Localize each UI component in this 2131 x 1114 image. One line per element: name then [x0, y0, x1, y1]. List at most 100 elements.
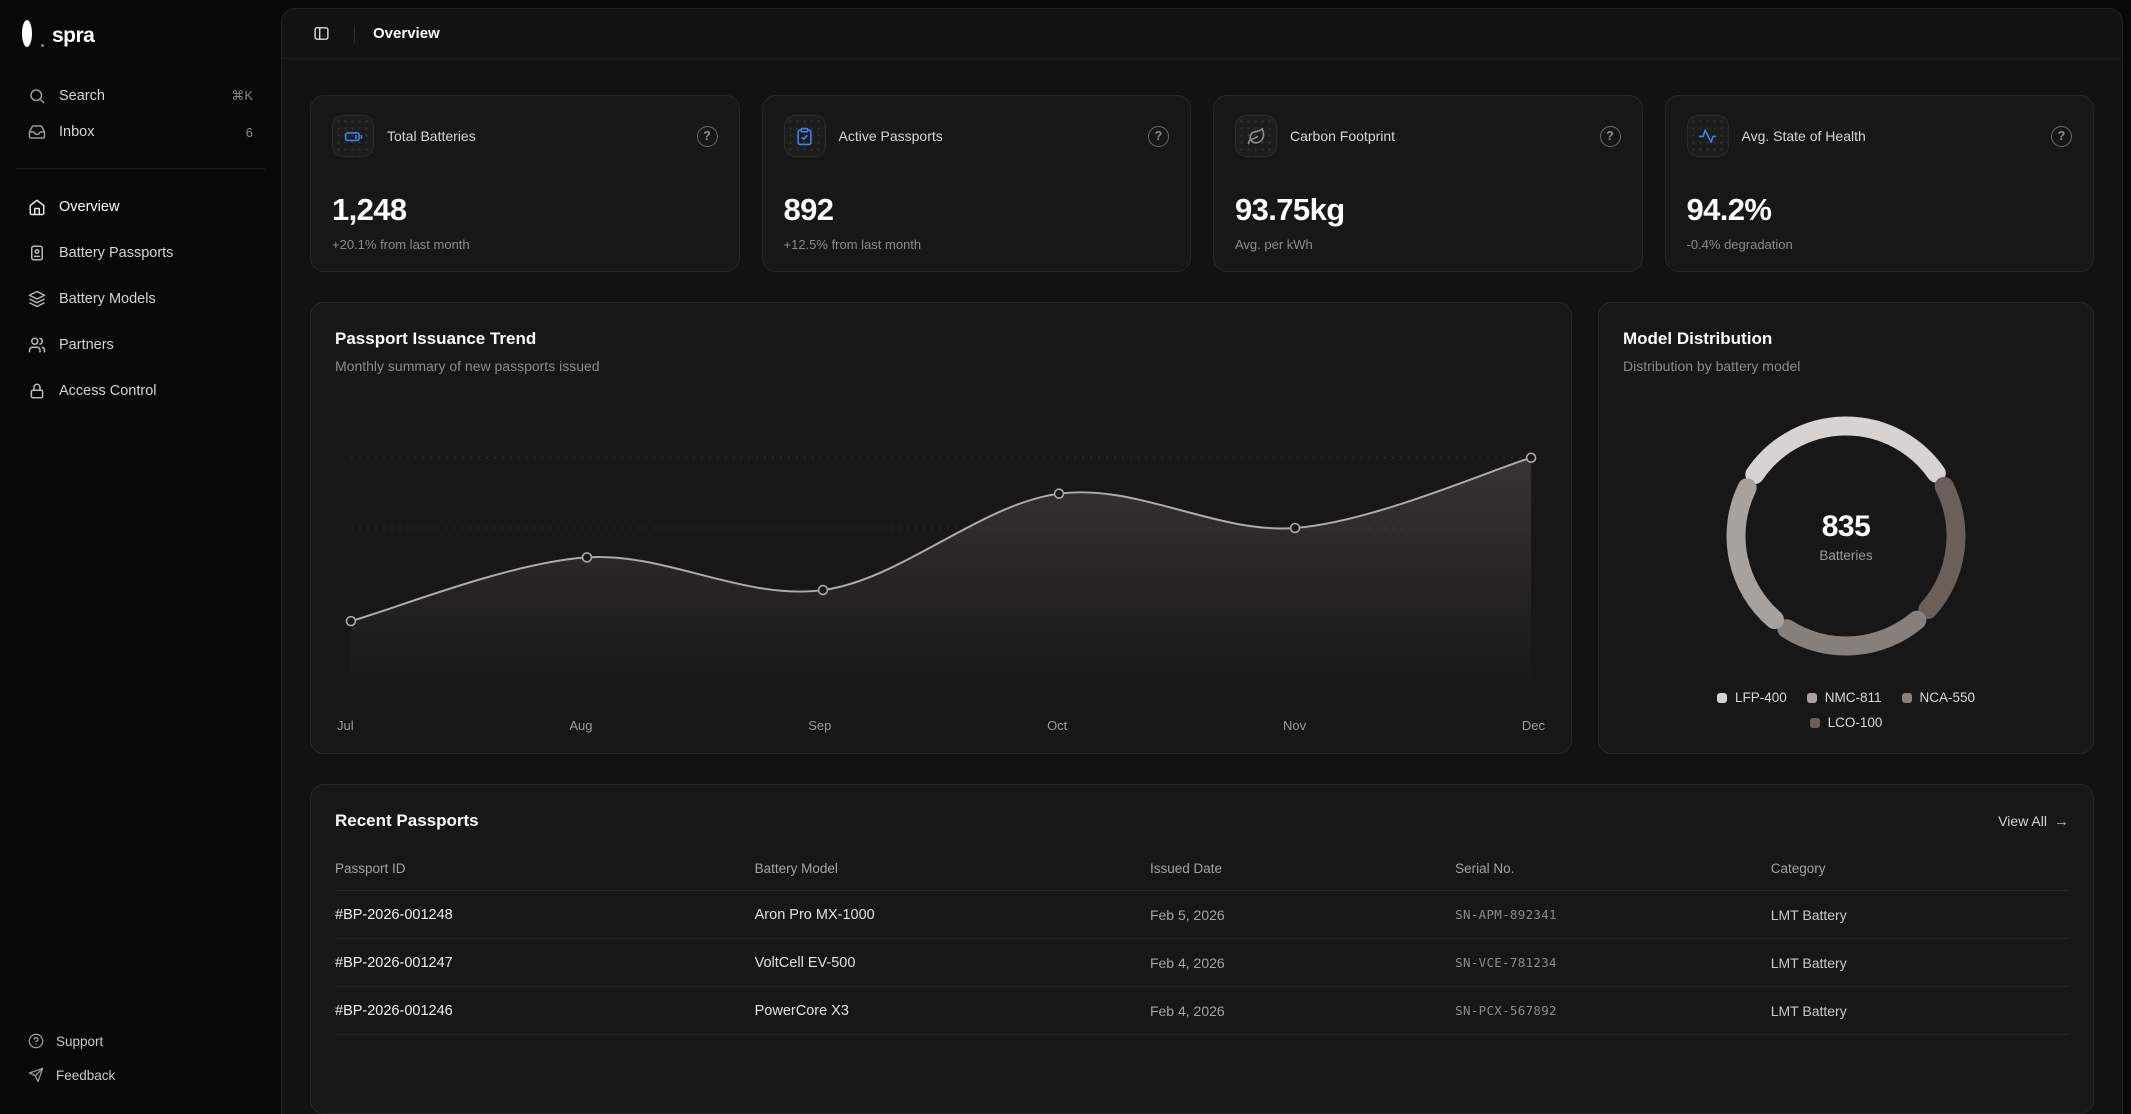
charts-row: Passport Issuance Trend Monthly summary …: [310, 302, 2094, 754]
chart-point: [1291, 523, 1300, 532]
chart-point: [819, 586, 828, 595]
sidebar-item-battery-passports[interactable]: Battery Passports: [20, 233, 261, 273]
model-distribution-donut-chart: 835 Batteries: [1714, 404, 1978, 668]
sidebar-item-feedback[interactable]: Feedback: [20, 1058, 261, 1092]
x-tick: Aug: [569, 718, 592, 733]
inbox-label: Inbox: [59, 124, 94, 140]
table-row[interactable]: #BP-2026-001246 PowerCore X3 Feb 4, 2026…: [335, 987, 2069, 1035]
issuance-trend-chart: Jul Aug Sep Oct Nov Dec: [335, 418, 1547, 739]
legend-item-lco-100: LCO-100: [1810, 715, 1883, 730]
stat-card-total-batteries: Total Batteries ? 1,248 +20.1% from last…: [310, 95, 740, 272]
stat-subtext: +20.1% from last month: [332, 237, 718, 252]
cell-category: LMT Battery: [1771, 907, 2069, 923]
help-circle-icon: [28, 1033, 44, 1049]
cell-category: LMT Battery: [1771, 955, 2069, 971]
column-header-serial-no: Serial No.: [1455, 861, 1771, 876]
topbar: Overview: [282, 9, 2122, 59]
cell-battery-model: VoltCell EV-500: [755, 955, 1150, 971]
battery-icon: [332, 115, 374, 157]
donut-segment-lfp-400: [1755, 426, 1936, 474]
cell-serial-no: SN-VCE-781234: [1455, 955, 1771, 970]
sidebar-nav: Overview Battery Passports Battery Model…: [20, 187, 261, 417]
chart-point: [1055, 489, 1064, 498]
cell-passport-id: #BP-2026-001247: [335, 955, 755, 971]
sidebar-item-access-control[interactable]: Access Control: [20, 371, 261, 411]
cell-issued-date: Feb 5, 2026: [1150, 907, 1455, 923]
stat-card-avg-state-of-health: Avg. State of Health ? 94.2% -0.4% degra…: [1665, 95, 2095, 272]
sidebar-item-label: Battery Models: [59, 291, 156, 307]
donut-chart: [1714, 404, 1978, 668]
legend-swatch: [1810, 718, 1820, 728]
brand-name: spra: [52, 24, 94, 48]
search-icon: [28, 87, 46, 105]
inbox-icon: [28, 123, 46, 141]
sidebar-toggle-button[interactable]: [306, 19, 336, 49]
view-all-link[interactable]: View All →: [1998, 813, 2069, 830]
legend-item-nmc-811: NMC-811: [1807, 690, 1882, 705]
sidebar-item-battery-models[interactable]: Battery Models: [20, 279, 261, 319]
table-row[interactable]: #BP-2026-001247 VoltCell EV-500 Feb 4, 2…: [335, 939, 2069, 987]
column-header-passport-id: Passport ID: [335, 861, 755, 876]
stat-value: 93.75kg: [1235, 192, 1621, 228]
main-panel: Overview Total Batteries ? 1,248 +20.1% …: [281, 8, 2123, 1114]
stat-subtext: +12.5% from last month: [784, 237, 1170, 252]
cell-issued-date: Feb 4, 2026: [1150, 955, 1455, 971]
help-icon[interactable]: ?: [1148, 126, 1169, 147]
sidebar-item-label: Partners: [59, 337, 114, 353]
stat-label: Carbon Footprint: [1290, 128, 1395, 144]
table-row[interactable]: #BP-2026-001248 Aron Pro MX-1000 Feb 5, …: [335, 891, 2069, 939]
stat-label: Avg. State of Health: [1742, 128, 1866, 144]
cell-passport-id: #BP-2026-001248: [335, 907, 755, 923]
chart-point: [1527, 453, 1536, 462]
sidebar-item-label: Access Control: [59, 383, 157, 399]
cell-battery-model: PowerCore X3: [755, 1003, 1150, 1019]
lock-icon: [28, 382, 46, 400]
help-icon[interactable]: ?: [697, 126, 718, 147]
donut-segment-nca-550: [1787, 620, 1917, 646]
distribution-title: Model Distribution: [1623, 329, 2069, 349]
legend-swatch: [1807, 693, 1817, 703]
x-tick: Nov: [1283, 718, 1306, 733]
clipboard-check-icon: [784, 115, 826, 157]
model-distribution-card: Model Distribution Distribution by batte…: [1598, 302, 2094, 754]
stat-value: 94.2%: [1687, 192, 2073, 228]
leaf-icon: [1235, 115, 1277, 157]
x-tick: Jul: [337, 718, 354, 733]
recent-passports-card: Recent Passports View All → Passport ID …: [310, 784, 2094, 1114]
stat-label: Total Batteries: [387, 128, 476, 144]
stat-value: 892: [784, 192, 1170, 228]
stat-label: Active Passports: [839, 128, 943, 144]
sidebar-item-label: Overview: [59, 199, 119, 215]
x-tick: Oct: [1047, 718, 1067, 733]
legend-item-nca-550: NCA-550: [1902, 690, 1976, 705]
x-tick: Sep: [808, 718, 831, 733]
legend-item-lfp-400: LFP-400: [1717, 690, 1787, 705]
legend-swatch: [1902, 693, 1912, 703]
sidebar-search[interactable]: Search ⌘K: [20, 78, 261, 114]
inbox-badge: 6: [246, 125, 253, 140]
help-icon[interactable]: ?: [1600, 126, 1621, 147]
topbar-divider: [354, 25, 355, 43]
cell-battery-model: Aron Pro MX-1000: [755, 907, 1150, 923]
brand-logo-icon: [22, 25, 45, 48]
arrow-right-icon: →: [2054, 813, 2069, 830]
sidebar-inbox[interactable]: Inbox 6: [20, 114, 261, 150]
donut-segment-nmc-811: [1736, 488, 1774, 620]
content: Total Batteries ? 1,248 +20.1% from last…: [282, 59, 2122, 1114]
sidebar-item-label: Support: [56, 1034, 103, 1049]
donut-legend: LFP-400 NMC-811 NCA-550 LCO-100: [1623, 690, 2069, 730]
trend-subtitle: Monthly summary of new passports issued: [335, 358, 1547, 374]
sidebar-item-support[interactable]: Support: [20, 1024, 261, 1058]
sidebar-item-overview[interactable]: Overview: [20, 187, 261, 227]
area-line-chart: [335, 418, 1547, 716]
brand-logo[interactable]: spra: [20, 24, 261, 48]
column-header-battery-model: Battery Model: [755, 861, 1150, 876]
column-header-category: Category: [1771, 861, 2069, 876]
sidebar-divider: [16, 168, 265, 169]
cell-serial-no: SN-APM-892341: [1455, 907, 1771, 922]
stat-subtext: Avg. per kWh: [1235, 237, 1621, 252]
help-icon[interactable]: ?: [2051, 126, 2072, 147]
sidebar-item-partners[interactable]: Partners: [20, 325, 261, 365]
users-icon: [28, 336, 46, 354]
sidebar-footer: Support Feedback: [20, 1024, 261, 1092]
